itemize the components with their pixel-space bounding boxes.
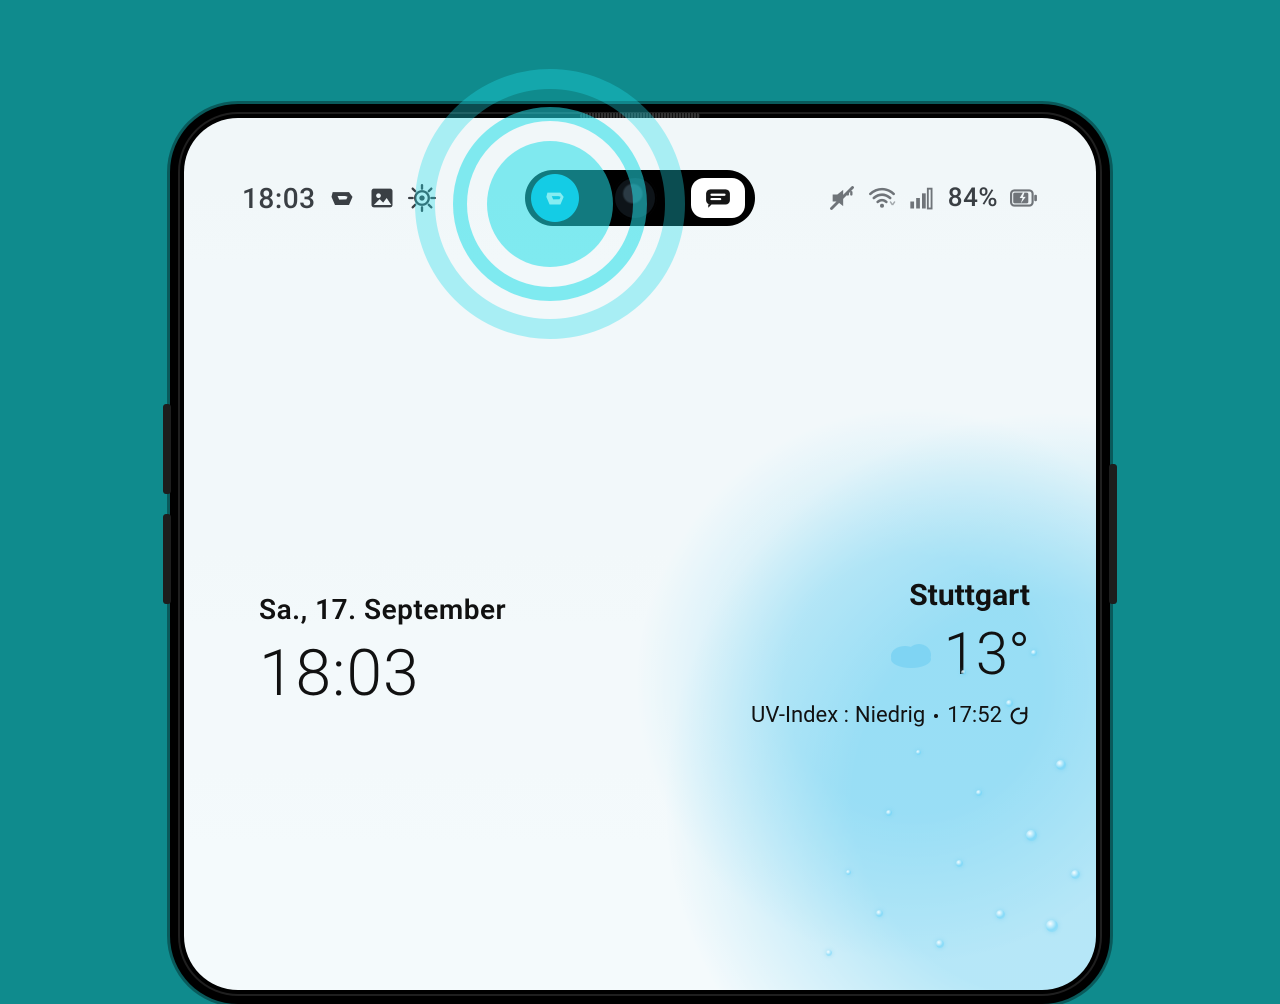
- uv-index-value: Niedrig: [855, 703, 925, 728]
- lockscreen-date: Sa., 17. September: [259, 593, 506, 626]
- battery-charging-icon: [1010, 184, 1038, 212]
- gallery-icon: [368, 184, 396, 212]
- weather-temp: 13°: [944, 621, 1030, 689]
- device-screen: 18:03: [184, 118, 1096, 990]
- volume-up-key[interactable]: [163, 404, 171, 494]
- weather-widget[interactable]: Stuttgart 13° UV-Index : Niedrig 17:52: [751, 578, 1030, 728]
- bug-gear-icon: [408, 184, 436, 212]
- wifi-icon: [868, 184, 896, 212]
- mute-icon: [828, 184, 856, 212]
- weather-city: Stuttgart: [751, 578, 1030, 613]
- island-message-icon[interactable]: [691, 178, 745, 218]
- weather-updated-time: 17:52: [947, 703, 1002, 728]
- refresh-icon[interactable]: [1008, 705, 1030, 727]
- cloud-icon: [888, 636, 934, 674]
- cell-signal-icon: [908, 184, 936, 212]
- status-clock: 18:03: [242, 182, 316, 215]
- lockscreen-clock-widget[interactable]: Sa., 17. September 18:03: [259, 593, 506, 711]
- volume-down-key[interactable]: [163, 514, 171, 604]
- app-glyph-icon: [328, 184, 356, 212]
- battery-percent: 84%: [948, 183, 998, 213]
- power-key[interactable]: [1109, 464, 1117, 604]
- weather-details-row: UV-Index : Niedrig 17:52: [751, 703, 1030, 728]
- front-camera: [613, 176, 657, 220]
- lockscreen-time: 18:03: [259, 636, 506, 711]
- punch-hole-island[interactable]: [525, 170, 755, 226]
- phone-frame: 18:03: [170, 104, 1110, 1004]
- uv-index-label: UV-Index :: [751, 703, 849, 728]
- island-app-icon[interactable]: [531, 174, 579, 222]
